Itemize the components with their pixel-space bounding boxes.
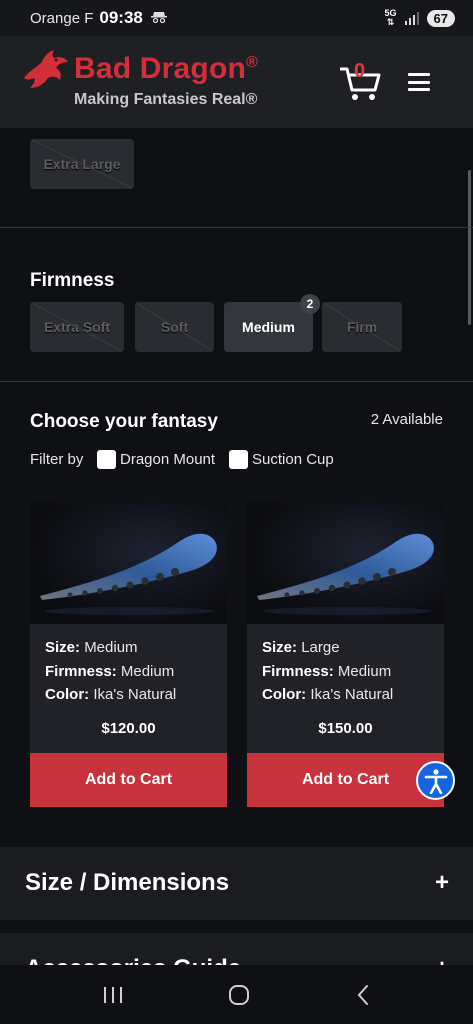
battery-indicator: 67 xyxy=(426,9,455,27)
available-count: 2 Available xyxy=(370,411,443,428)
product-color: Ika's Natural xyxy=(310,686,394,703)
site-header: Bad Dragon® Making Fantasies Real® 0 xyxy=(0,36,473,128)
product-size: Medium xyxy=(84,639,138,656)
brand-tagline: Making Fantasies Real® xyxy=(74,91,258,108)
accessibility-icon xyxy=(424,768,447,794)
cart-count: 0 xyxy=(354,60,366,82)
firmness-title: Firmness xyxy=(30,270,115,291)
divider xyxy=(0,381,473,382)
system-navigation-bar xyxy=(0,965,473,1024)
recent-apps-icon[interactable] xyxy=(102,985,124,1005)
product-image[interactable] xyxy=(30,503,227,624)
product-price: $150.00 xyxy=(318,719,373,737)
dragon-logo-icon[interactable] xyxy=(22,48,70,92)
carrier-name: Orange F xyxy=(30,9,94,27)
firmness-option-firm[interactable]: Firm xyxy=(322,302,402,352)
firmness-label: Firmness: xyxy=(45,662,117,680)
size-label: Size: xyxy=(262,639,298,656)
accessibility-button[interactable] xyxy=(416,761,455,800)
product-card[interactable]: Size: Large Firmness: Medium Color: Ika'… xyxy=(247,503,444,807)
accessories-guide-accordion[interactable]: Accessories Guide + xyxy=(0,933,473,965)
product-image[interactable] xyxy=(247,503,444,624)
divider xyxy=(0,227,473,228)
cart-button[interactable]: 0 xyxy=(339,60,382,102)
product-price: $120.00 xyxy=(101,719,156,737)
fantasy-title: Choose your fantasy xyxy=(30,411,218,432)
filter-label: Filter by xyxy=(30,451,84,468)
color-label: Color: xyxy=(262,686,307,703)
brand-name[interactable]: Bad Dragon® xyxy=(74,52,258,86)
product-firmness: Medium xyxy=(337,662,392,680)
product-card[interactable]: Size: Medium Firmness: Medium Color: Ika… xyxy=(30,503,227,807)
expand-plus-icon: + xyxy=(434,869,449,896)
hamburger-menu-icon[interactable] xyxy=(408,73,430,91)
incognito-icon xyxy=(150,11,167,26)
status-bar: Orange F 09:38 5G ⇅ 67 xyxy=(0,0,473,36)
dragon-mount-label[interactable]: Dragon Mount xyxy=(120,451,215,468)
product-firmness: Medium xyxy=(120,662,175,680)
main-content[interactable]: Extra Large Firmness Extra Soft Soft Med… xyxy=(0,128,473,965)
scrollbar[interactable] xyxy=(468,170,471,325)
suction-cup-checkbox[interactable] xyxy=(229,450,248,469)
add-to-cart-button[interactable]: Add to Cart xyxy=(247,753,444,807)
firmness-label: Firmness: xyxy=(262,662,334,680)
network-type-icon: 5G ⇅ xyxy=(384,8,397,27)
size-label: Size: xyxy=(45,639,81,656)
signal-icon xyxy=(404,11,419,25)
accordion-title: Size / Dimensions xyxy=(25,869,230,896)
product-size: Large xyxy=(301,639,340,656)
accordion-title: Accessories Guide xyxy=(25,955,241,965)
clock: 09:38 xyxy=(99,8,143,27)
firmness-count-badge: 2 xyxy=(300,294,320,314)
back-icon[interactable] xyxy=(354,983,372,1007)
add-to-cart-button[interactable]: Add to Cart xyxy=(30,753,227,807)
size-dimensions-accordion[interactable]: Size / Dimensions + xyxy=(0,847,473,920)
firmness-option-medium[interactable]: Medium xyxy=(224,302,313,352)
expand-plus-icon: + xyxy=(435,955,449,965)
size-option-extra-large[interactable]: Extra Large xyxy=(30,139,134,189)
product-color: Ika's Natural xyxy=(93,686,177,703)
firmness-option-soft[interactable]: Soft xyxy=(135,302,214,352)
dragon-mount-checkbox[interactable] xyxy=(97,450,116,469)
suction-cup-label[interactable]: Suction Cup xyxy=(252,451,334,468)
home-icon[interactable] xyxy=(227,983,251,1007)
firmness-option-extra-soft[interactable]: Extra Soft xyxy=(30,302,124,352)
color-label: Color: xyxy=(45,686,90,703)
